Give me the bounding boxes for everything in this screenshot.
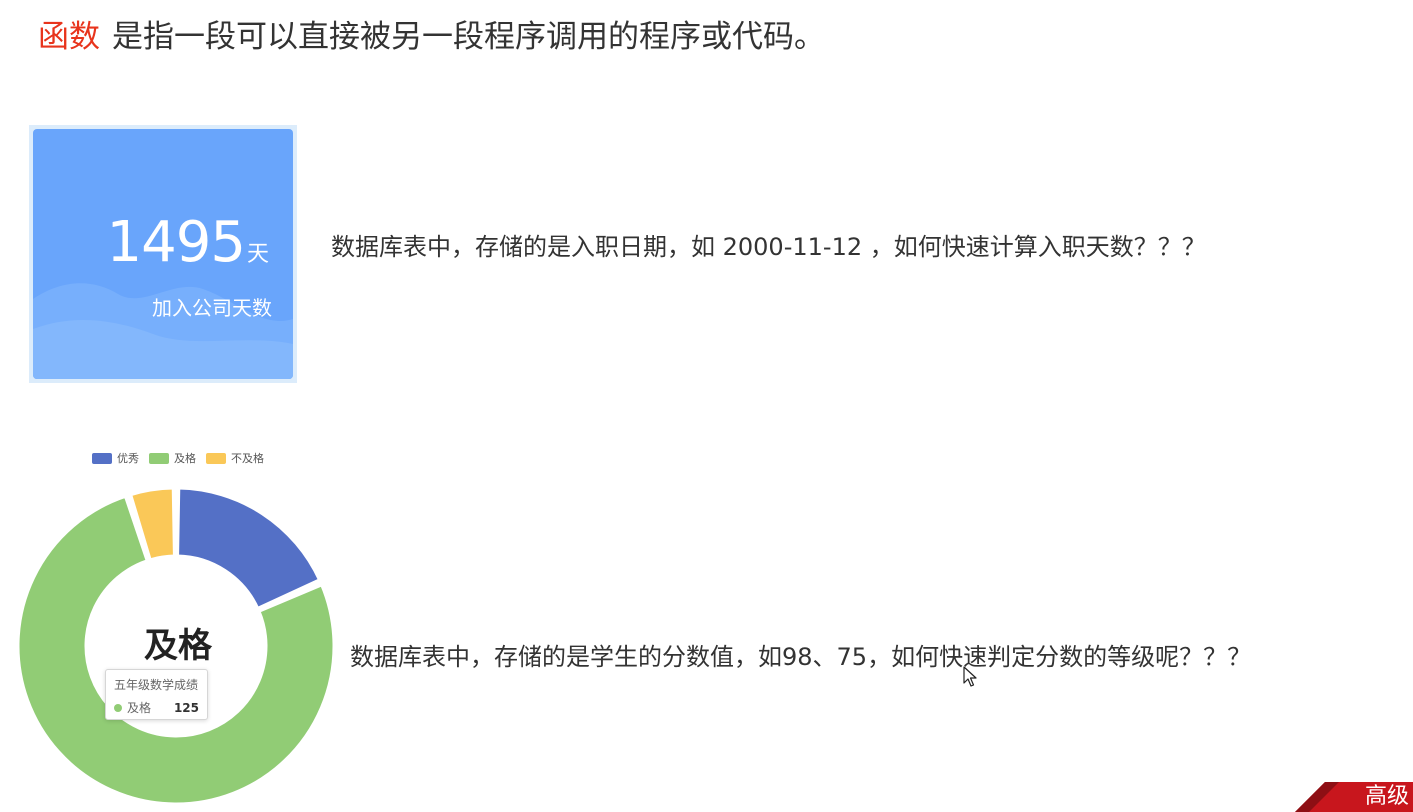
corner-badge-label: 高级	[1364, 784, 1409, 809]
chart-legend: 优秀 及格 不及格	[92, 450, 274, 466]
stat-caption: 加入公司天数	[152, 296, 272, 320]
page-headline: 函数 是指一段可以直接被另一段程序调用的程序或代码。	[38, 14, 825, 60]
headline-keyword: 函数	[38, 19, 100, 55]
legend-label: 优秀	[117, 452, 139, 465]
question-hire-date: 数据库表中，存储的是入职日期，如 2000-11-12 ，如何快速计算入职天数？…	[331, 233, 1206, 261]
mouse-cursor-icon	[963, 666, 977, 687]
legend-item[interactable]: 不及格	[206, 450, 264, 466]
headline-text: 是指一段可以直接被另一段程序调用的程序或代码。	[112, 19, 825, 55]
tooltip-row: 及格 125	[114, 699, 199, 716]
legend-swatch	[149, 452, 169, 464]
stat-unit: 天	[246, 242, 269, 267]
legend-label: 不及格	[231, 452, 264, 465]
stat-number: 1495	[106, 210, 246, 275]
stat-card: 1495天 加入公司天数	[29, 125, 297, 383]
question-score-grade: 数据库表中，存储的是学生的分数值，如98、75，如何快速判定分数的等级呢？？？	[350, 643, 1252, 671]
chart-tooltip: 五年级数学成绩 及格 125	[105, 669, 208, 720]
donut-center-label: 及格	[144, 626, 212, 666]
tooltip-value: 125	[173, 700, 199, 715]
legend-swatch	[206, 452, 226, 464]
corner-badge: 高级	[1295, 782, 1413, 812]
legend-label: 及格	[174, 452, 196, 465]
legend-item[interactable]: 及格	[149, 450, 196, 466]
legend-swatch	[92, 452, 112, 464]
stat-card-inner: 1495天 加入公司天数	[33, 129, 293, 379]
stat-value: 1495天	[106, 213, 269, 273]
tooltip-title: 五年级数学成绩	[114, 678, 199, 692]
tooltip-series-dot	[114, 703, 122, 712]
tooltip-label: 及格	[127, 701, 152, 715]
legend-item[interactable]: 优秀	[92, 450, 139, 466]
donut-slice-优秀[interactable]	[176, 486, 321, 610]
